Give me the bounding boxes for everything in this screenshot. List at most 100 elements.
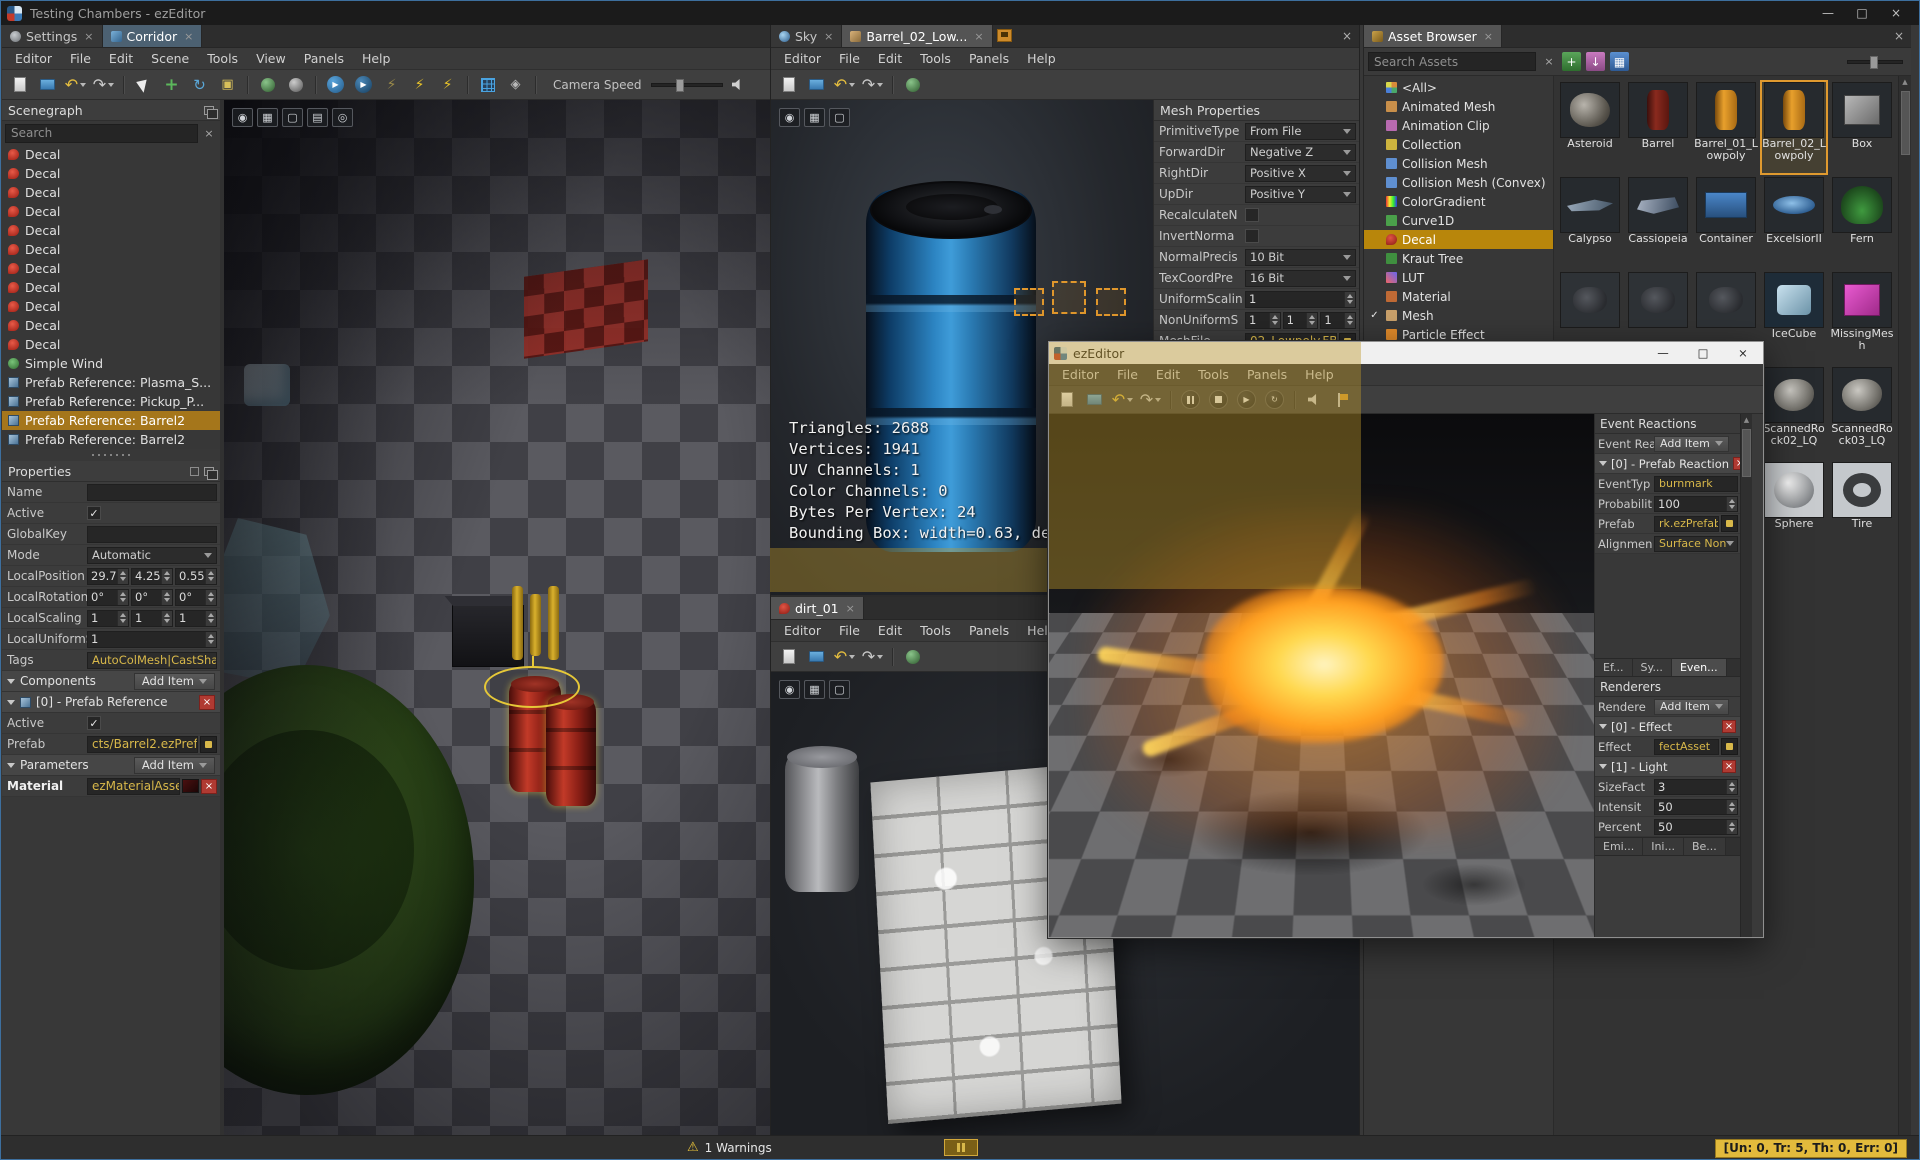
texcoordprecision-select[interactable]: 16 Bit (1245, 269, 1356, 287)
socket-handle[interactable] (1096, 288, 1126, 316)
components-section-header[interactable]: Components Add Item (2, 671, 220, 692)
remove-reaction-button[interactable]: × (1733, 457, 1740, 470)
undo-button[interactable]: ↶ (1110, 388, 1135, 411)
eventtype-field[interactable]: burnmark (1654, 475, 1738, 492)
minimize-button[interactable]: — (1811, 1, 1845, 25)
redo-button[interactable]: ↷ (91, 73, 116, 96)
scaling-x-field[interactable]: 1 (87, 609, 129, 627)
open-button[interactable] (804, 73, 829, 96)
render-mode-button[interactable]: ▦ (804, 680, 825, 699)
document-tab[interactable]: Settings × (2, 25, 103, 47)
scrollbar-thumb[interactable] (1900, 91, 1910, 155)
asset-tile[interactable]: Sphere (1760, 460, 1828, 555)
asset-type-item[interactable]: Decal (1364, 230, 1553, 249)
new-asset-button[interactable]: + (1562, 52, 1581, 71)
nonuniform-y-field[interactable]: 1 (1282, 311, 1319, 329)
document-tab[interactable]: dirt_01 × (771, 597, 864, 619)
uniform-scaling-field[interactable]: 1 (87, 630, 217, 648)
asset-tile[interactable]: Tire (1828, 460, 1896, 555)
new-document-button[interactable] (7, 73, 32, 96)
focus-button[interactable]: ◎ (332, 108, 353, 127)
scrollbar-thumb[interactable] (1742, 429, 1751, 477)
alignment-select[interactable]: Surface Non (1654, 535, 1738, 552)
flag-marker-button[interactable] (1330, 388, 1355, 411)
gray-cylinder-mesh[interactable] (785, 746, 859, 892)
speed-up-button[interactable]: ⚡ (435, 73, 460, 96)
document-tab[interactable]: Corridor × (102, 25, 203, 47)
open-button[interactable] (1082, 388, 1107, 411)
pause-simulation-button[interactable] (1178, 388, 1203, 411)
tab-close-icon[interactable]: × (184, 30, 193, 43)
tab-close-icon[interactable]: × (84, 30, 93, 43)
percent-field[interactable]: 50 (1654, 818, 1738, 835)
menu-item[interactable]: Panels (960, 623, 1018, 638)
environment-button[interactable] (900, 645, 925, 668)
asset-tile[interactable]: ScannedRock02_LQ (1760, 365, 1828, 460)
name-field[interactable] (87, 483, 217, 501)
asset-type-item[interactable]: Kraut Tree (1364, 249, 1553, 268)
red-barrel-object[interactable] (546, 694, 596, 806)
scroll-up-icon[interactable]: ▲ (1744, 414, 1749, 427)
redo-button[interactable]: ↷ (860, 645, 885, 668)
dock-scrollbar[interactable]: ▲ (1740, 414, 1752, 937)
asset-tile[interactable]: Barrel (1624, 80, 1692, 175)
scenegraph-tree-item[interactable]: Decal (2, 145, 220, 164)
particle-window-titlebar[interactable]: ezEditor — □ × (1049, 342, 1763, 364)
reaction-prefab-field[interactable]: rk.ezPrefab (1654, 515, 1719, 532)
asset-tile[interactable]: Container (1692, 175, 1760, 270)
snap-settings-button[interactable]: ◈ (503, 73, 528, 96)
type-filter-checkbox[interactable]: ✓ (1368, 310, 1381, 321)
add-parameter-button[interactable]: Add Item (133, 756, 215, 774)
scenegraph-tree-item[interactable]: Decal (2, 278, 220, 297)
view-mode-button[interactable]: ▦ (1610, 52, 1629, 71)
warnings-indicator[interactable]: ⚠ 1 Warnings (687, 1136, 772, 1159)
world-space-toggle[interactable] (255, 73, 280, 96)
menu-item[interactable]: Tools (198, 51, 247, 66)
probability-field[interactable]: 100 (1654, 495, 1738, 512)
sound-toggle-button[interactable] (1302, 388, 1327, 411)
intensity-field[interactable]: 50 (1654, 798, 1738, 815)
thumbnail-size-slider[interactable] (1847, 55, 1903, 69)
search-clear-icon[interactable]: × (1541, 54, 1557, 70)
environment-button[interactable] (900, 73, 925, 96)
menu-item[interactable]: File (61, 51, 100, 66)
stop-simulation-button[interactable] (1206, 388, 1231, 411)
menu-item[interactable]: Tools (911, 623, 960, 638)
browse-prefab-button[interactable] (1721, 515, 1738, 532)
asset-tile[interactable]: Fern (1828, 175, 1896, 270)
uniformscaling-field[interactable]: 1 (1245, 290, 1356, 308)
restart-simulation-button[interactable]: ↻ (1262, 388, 1287, 411)
scenegraph-tree-item[interactable]: Decal (2, 259, 220, 278)
asset-tile[interactable]: Asteroid (1556, 80, 1624, 175)
translate-tool-button[interactable]: + (159, 73, 184, 96)
asset-tile[interactable]: ScannedRock03_LQ (1828, 365, 1896, 460)
ice-cube-object[interactable] (244, 364, 290, 406)
bottom-tab[interactable]: Ini... (1643, 838, 1684, 855)
asset-type-item[interactable]: Collection (1364, 135, 1553, 154)
scenegraph-tree-item[interactable]: Decal (2, 183, 220, 202)
active-checkbox[interactable]: ✓ (87, 506, 101, 520)
layers-button[interactable]: ▤ (307, 108, 328, 127)
menu-item[interactable]: Panels (1238, 367, 1296, 382)
scroll-up-icon[interactable]: ▲ (1902, 76, 1907, 89)
menu-item[interactable]: Scene (142, 51, 198, 66)
play-simulation-button[interactable]: ▶ (1234, 388, 1259, 411)
scene-3d-viewport[interactable]: ◉ ▦ ▢ ▤ ◎ (224, 100, 770, 1135)
maximize-viewport-button[interactable]: ▢ (282, 108, 303, 127)
menu-item[interactable]: Editor (1053, 367, 1108, 382)
undo-button[interactable]: ↶ (832, 645, 857, 668)
undo-button[interactable]: ↶ (63, 73, 88, 96)
asset-tile[interactable]: Barrel_01_Lowpoly (1692, 80, 1760, 175)
menu-item[interactable]: Edit (869, 623, 911, 638)
close-dock-icon[interactable]: × (1342, 29, 1352, 43)
close-button[interactable]: × (1723, 342, 1763, 364)
scenegraph-tree-item[interactable]: Decal (2, 316, 220, 335)
simulate-button[interactable]: ▶ (351, 73, 376, 96)
side-tab[interactable]: Sy... (1632, 659, 1672, 676)
dock-drag-handle[interactable] (944, 1139, 978, 1156)
menu-item[interactable]: Editor (6, 51, 61, 66)
material-color-swatch[interactable] (182, 779, 199, 793)
position-y-field[interactable]: 4.25 (131, 567, 173, 585)
render-mode-button[interactable]: ▦ (257, 108, 278, 127)
side-tab[interactable]: Even... (1671, 659, 1727, 676)
